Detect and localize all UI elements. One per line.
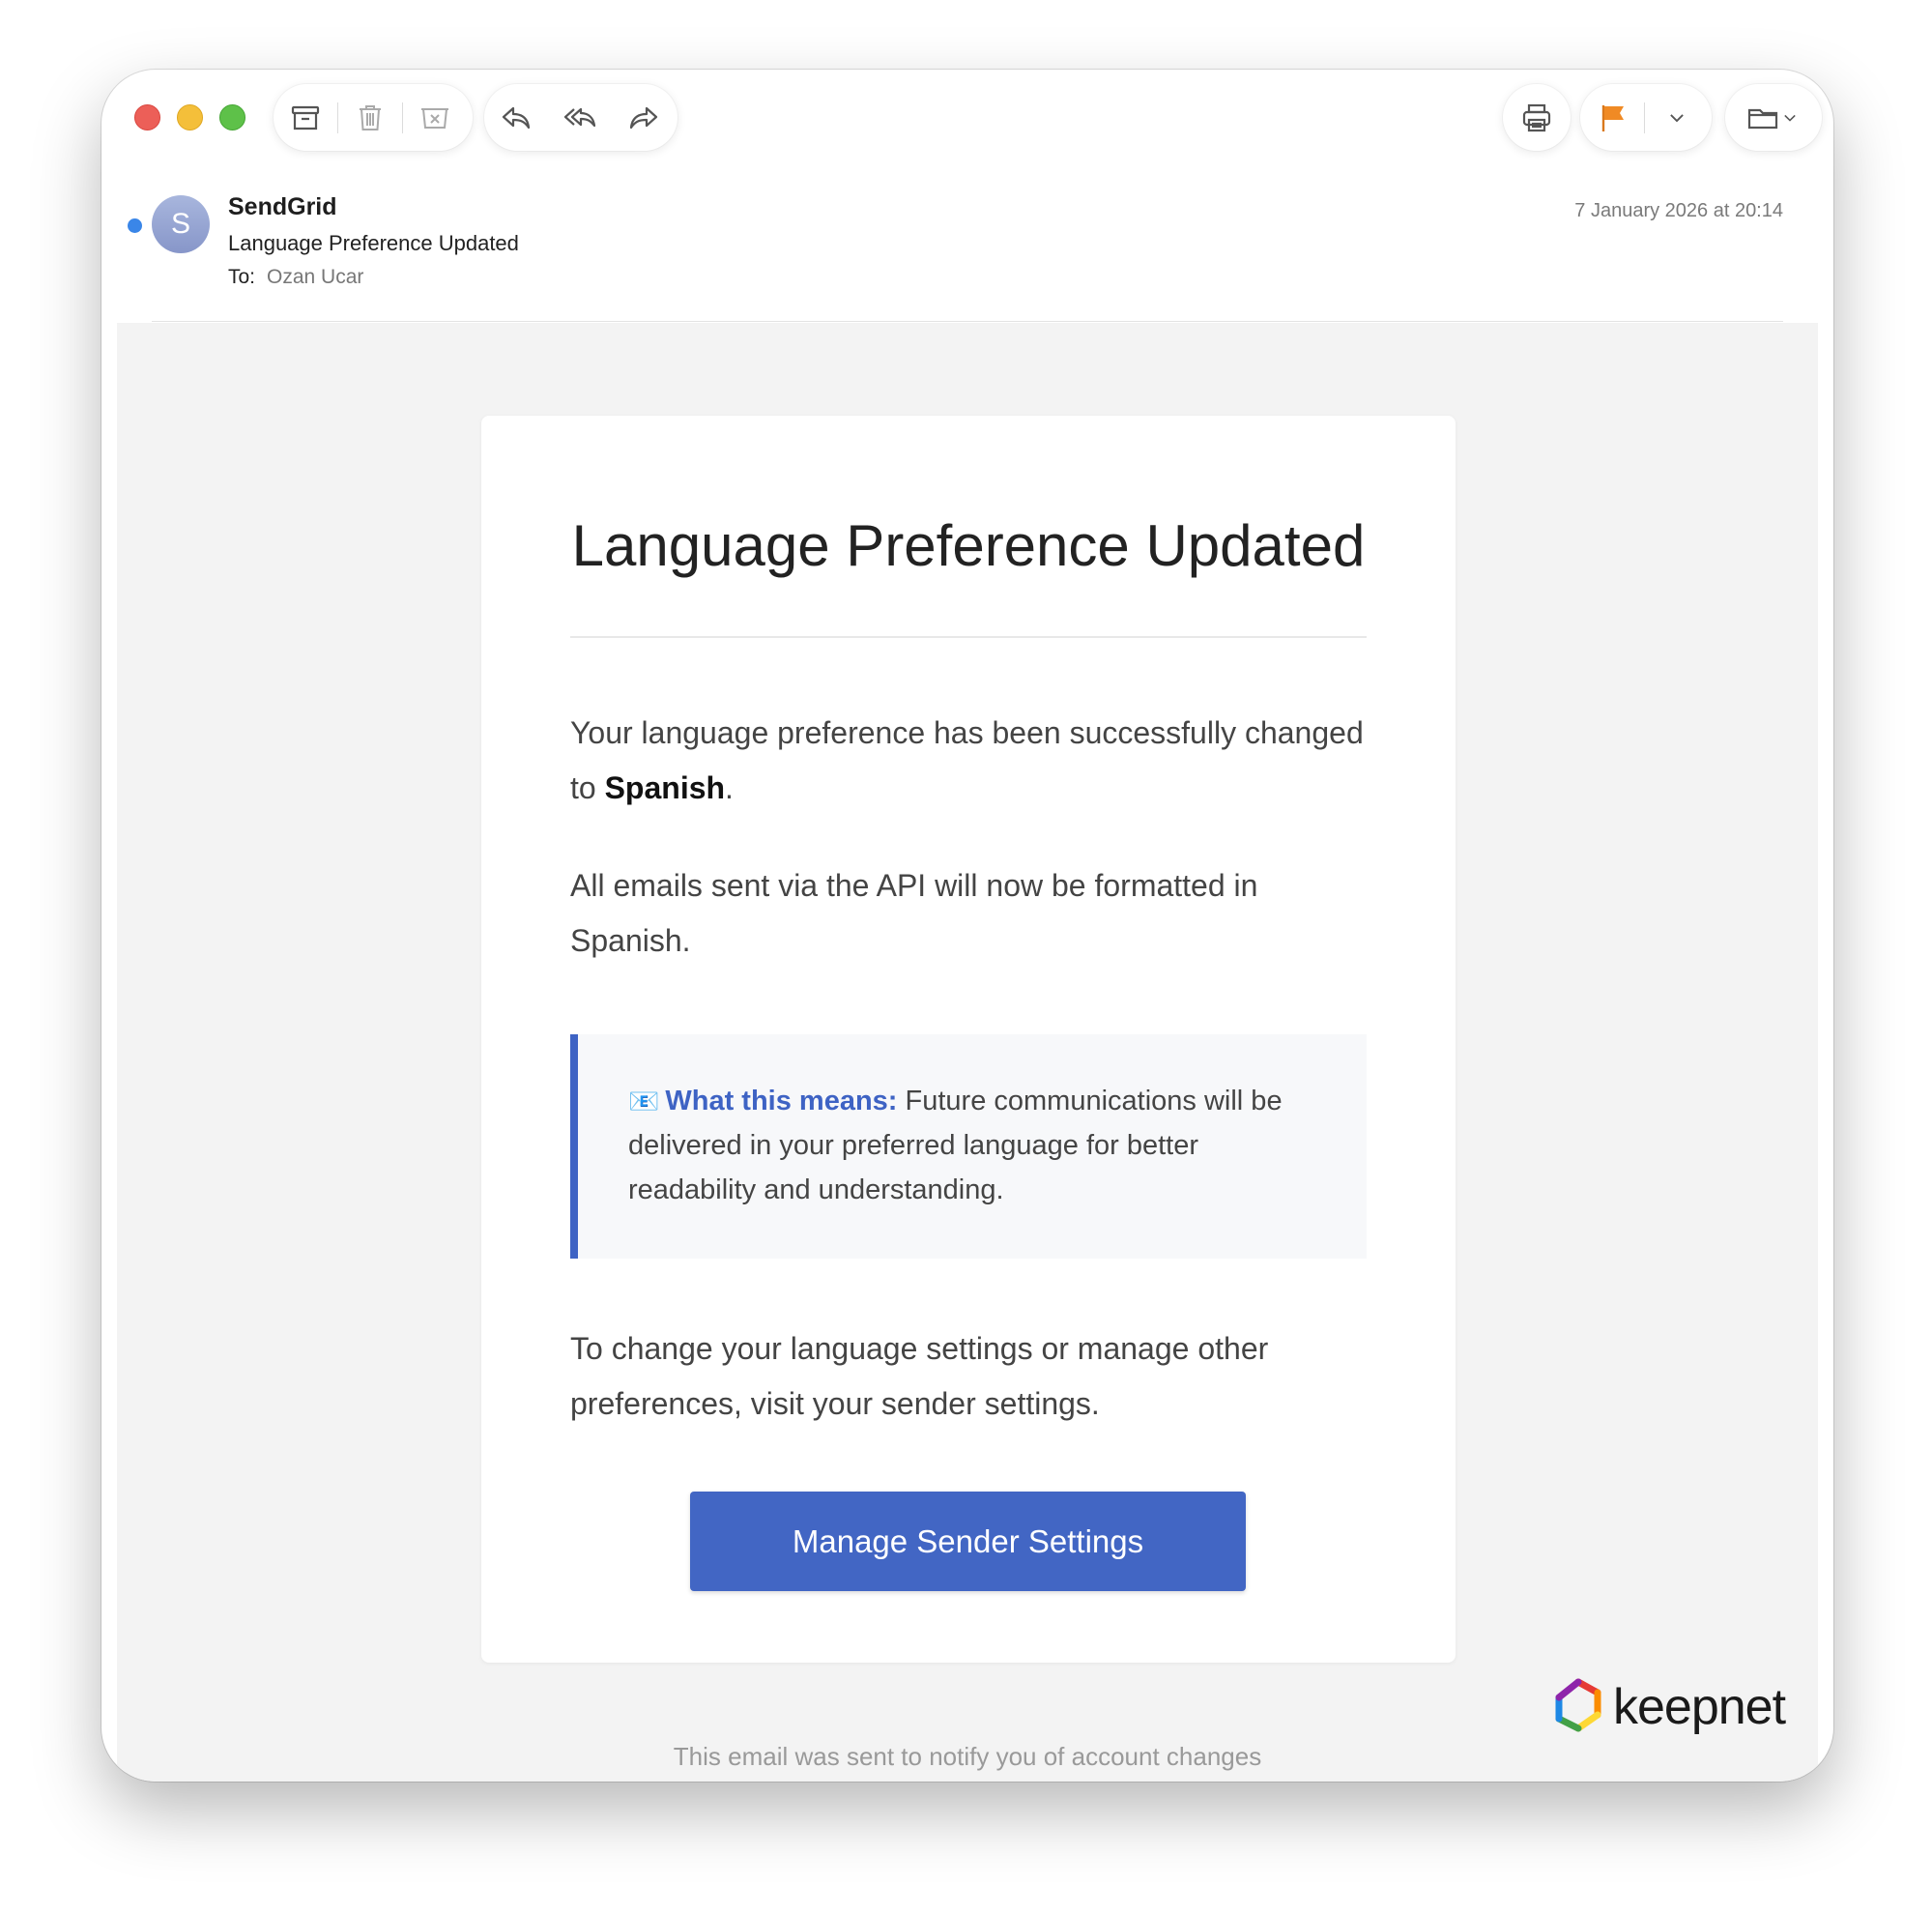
reply-icon <box>502 106 531 129</box>
flag-menu-button[interactable] <box>1645 84 1709 151</box>
language-name: Spanish <box>604 770 726 805</box>
archive-icon <box>291 105 320 130</box>
email-title: Language Preference Updated <box>571 513 1366 578</box>
reply-all-button[interactable] <box>548 84 612 151</box>
forward-icon <box>629 106 658 129</box>
sender-name[interactable]: SendGrid <box>228 193 337 221</box>
manage-sender-settings-button[interactable]: Manage Sender Settings <box>690 1492 1246 1591</box>
junk-icon <box>421 107 448 129</box>
api-paragraph: All emails sent via the API will now be … <box>570 868 1258 958</box>
chevron-down-icon <box>1670 113 1684 122</box>
window-controls <box>134 104 245 130</box>
header-divider <box>152 321 1783 322</box>
email-card: Language Preference Updated Your languag… <box>481 416 1456 1663</box>
keepnet-logo: keepnet <box>1547 1676 1786 1738</box>
move-to-folder-button[interactable] <box>1725 84 1822 151</box>
forward-button[interactable] <box>612 84 676 151</box>
print-icon <box>1522 103 1551 131</box>
toolbar-group-reply <box>484 84 678 151</box>
recipient-name[interactable]: Ozan Ucar <box>267 266 363 288</box>
info-callout: 📧 What this means: Future communications … <box>570 1034 1367 1259</box>
message-date: 7 January 2026 at 20:14 <box>1574 200 1783 221</box>
toolbar-group-delete <box>274 84 473 151</box>
callout-lead: What this means: <box>665 1086 898 1116</box>
folder-icon <box>1747 108 1778 129</box>
flag-icon <box>1601 104 1624 131</box>
title-divider <box>570 636 1367 638</box>
reply-button[interactable] <box>484 84 548 151</box>
chevron-down-icon <box>1784 114 1796 122</box>
avatar: S <box>152 195 210 253</box>
message-subject: Language Preference Updated <box>228 231 519 255</box>
footer-note: This email was sent to notify you of acc… <box>673 1742 1262 1771</box>
trash-button[interactable] <box>338 84 402 151</box>
keepnet-logo-icon <box>1555 1678 1601 1732</box>
toolbar-group-move <box>1725 84 1822 151</box>
settings-paragraph: To change your language settings or mana… <box>570 1331 1269 1421</box>
archive-button[interactable] <box>274 84 337 151</box>
message-body: Language Preference Updated Your languag… <box>117 323 1818 1782</box>
trash-icon <box>360 104 381 130</box>
flag-button[interactable] <box>1580 84 1644 151</box>
confirmation-period: . <box>725 770 734 805</box>
junk-button[interactable] <box>403 84 467 151</box>
to-label: To: <box>228 266 256 288</box>
unread-indicator <box>128 218 142 233</box>
minimize-window-button[interactable] <box>177 104 203 130</box>
reply-all-icon <box>563 107 596 127</box>
recipient-line: To: Ozan Ucar <box>228 266 363 289</box>
avatar-initial: S <box>170 208 190 240</box>
close-window-button[interactable] <box>134 104 160 130</box>
mail-window: S SendGrid Language Preference Updated T… <box>101 70 1833 1782</box>
confirmation-paragraph: Your language preference has been succes… <box>570 706 1367 816</box>
print-button[interactable] <box>1503 84 1571 151</box>
envelope-icon: 📧 <box>628 1087 660 1116</box>
zoom-window-button[interactable] <box>219 104 245 130</box>
toolbar-group-print <box>1503 84 1571 151</box>
keepnet-logo-text: keepnet <box>1613 1679 1786 1735</box>
toolbar-group-flag <box>1580 84 1712 151</box>
